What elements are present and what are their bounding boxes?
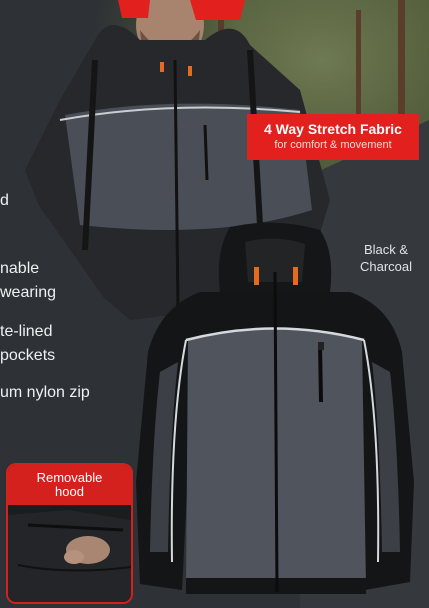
fabric-badge: 4 Way Stretch Fabric for comfort & movem…: [247, 114, 419, 160]
removable-hood-label-line2: hood: [55, 484, 84, 499]
jacket-image: [136, 222, 414, 594]
feature-breathable-line2: wearing: [0, 284, 57, 301]
feature-breathable-line1: nable: [0, 260, 40, 277]
removable-hood-label-line1: Removable: [36, 470, 103, 485]
fabric-badge-subtitle: for comfort & movement: [274, 139, 392, 151]
removable-hood-card: Removable hood: [6, 463, 133, 604]
removable-hood-label: Removable hood: [8, 465, 131, 505]
feature-fleece-line2: pockets: [0, 347, 56, 364]
hood-detail-photo: [8, 505, 131, 602]
feature-zip: um nylon zip: [0, 384, 90, 401]
feature-partial-text: d: [0, 192, 9, 209]
feature-fleece-line1: te-lined: [0, 323, 53, 340]
fabric-badge-title: 4 Way Stretch Fabric: [264, 121, 402, 137]
